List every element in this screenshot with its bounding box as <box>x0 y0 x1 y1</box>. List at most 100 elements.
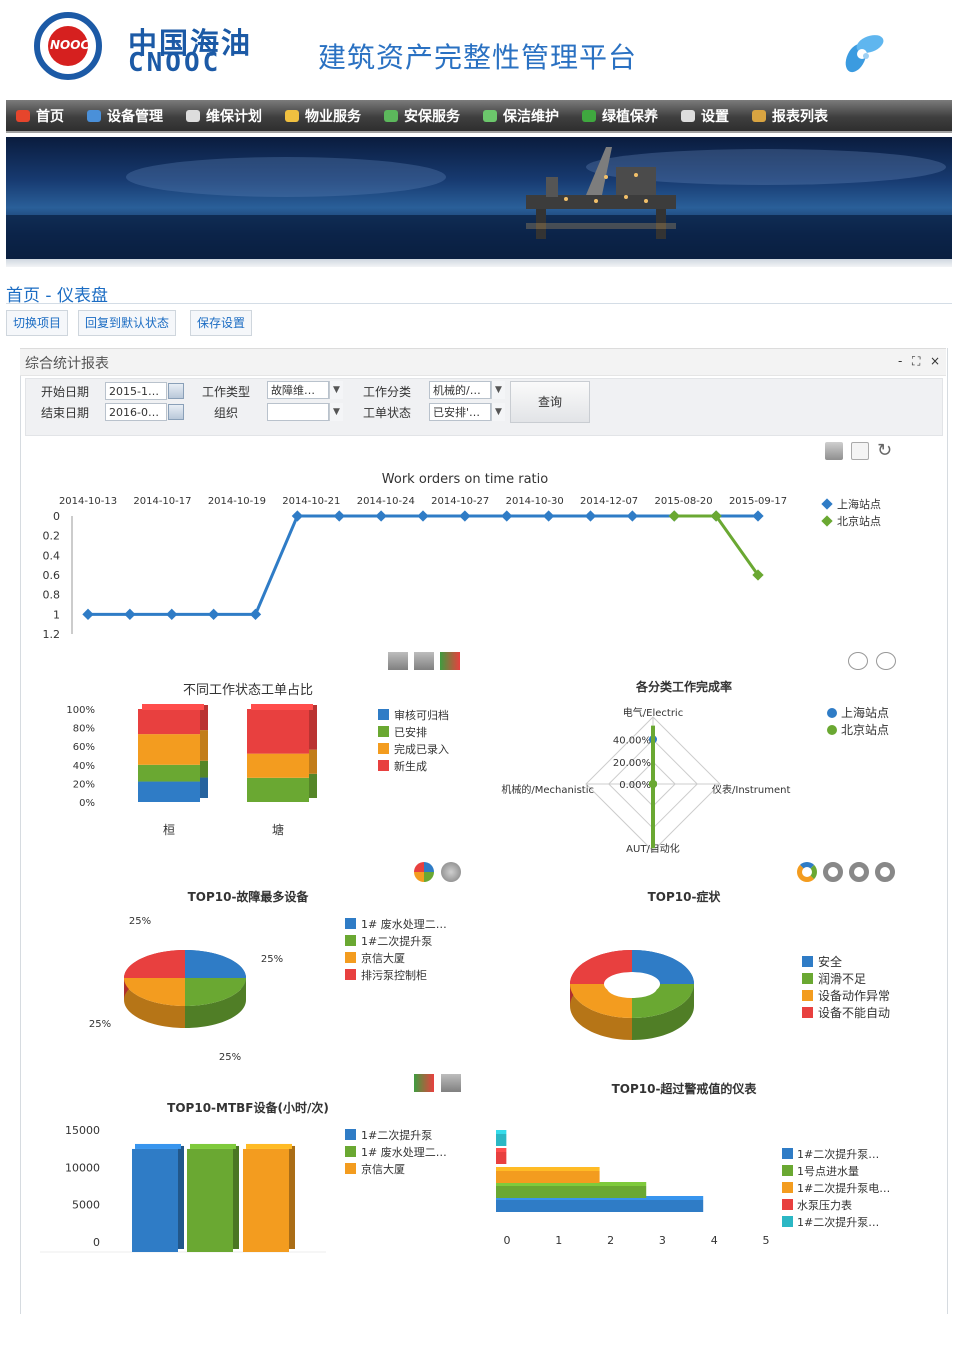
y-tick-label: 0 <box>53 510 60 523</box>
refresh-icon[interactable]: ↻ <box>877 440 892 461</box>
x-tick-label: 2014-10-17 <box>133 496 191 507</box>
query-button[interactable]: 查询 <box>510 381 590 423</box>
data-point <box>82 608 94 620</box>
donut-color-icon[interactable] <box>797 862 817 882</box>
y-tick-label: 0 <box>93 1236 100 1249</box>
nav-item-label: 物业服务 <box>305 108 361 125</box>
stacked-bar-segment <box>247 709 309 754</box>
legend-label: 1#二次提升泵电… <box>797 1181 890 1195</box>
data-point <box>584 510 597 522</box>
nav-item-7[interactable]: 设置 <box>671 100 742 131</box>
legend-swatch <box>345 952 356 963</box>
legend-swatch <box>802 973 813 984</box>
donut-gray-icon[interactable] <box>823 862 843 882</box>
nav-item-1[interactable]: 设备管理 <box>77 100 176 131</box>
nav-item-3[interactable]: 物业服务 <box>275 100 374 131</box>
x-tick-label: 2014-10-24 <box>357 496 415 507</box>
org-select[interactable] <box>267 403 329 421</box>
maximize-icon[interactable]: ⛶ <box>912 354 920 369</box>
on-time-ratio-chart: Work orders on time ratio 2014-10-13 2014… <box>43 472 882 641</box>
x-tick-label: 2015-09-17 <box>729 496 787 507</box>
work-type-select[interactable]: 故障维… <box>267 381 329 399</box>
switch-project-button[interactable]: 切换项目 <box>6 310 69 336</box>
radar-axis-label: 机械的/Mechanistic <box>501 783 594 796</box>
nav-item-4[interactable]: 安保服务 <box>374 100 473 131</box>
end-calendar-icon[interactable] <box>168 404 184 420</box>
mtbf-bar-side <box>233 1145 239 1249</box>
minimize-icon[interactable]: - <box>898 354 902 368</box>
bar-view-icon[interactable] <box>825 442 843 460</box>
stacked-bar-top <box>142 704 204 710</box>
legend-label: 1号点进水量 <box>797 1165 859 1178</box>
donut-thin-icon[interactable] <box>849 862 869 882</box>
nav-item-5[interactable]: 保洁维护 <box>473 100 572 131</box>
gray-bar-icon[interactable] <box>441 1074 461 1092</box>
calendar-icon <box>186 109 200 122</box>
globe-icon <box>87 109 101 122</box>
chevron-down-icon[interactable]: ▼ <box>329 403 343 421</box>
legend-label: 1# 废水处理二… <box>361 1145 447 1159</box>
x-tick-label: 5 <box>763 1234 770 1247</box>
app-header: NOOC 中国海油 CNOOC 建筑资产完整性管理平台 <box>0 0 954 100</box>
legend-marker <box>827 708 837 718</box>
legend-swatch <box>802 1007 813 1018</box>
home-icon <box>16 109 30 122</box>
nav-item-0[interactable]: 首页 <box>6 100 77 131</box>
line-view-icon[interactable] <box>851 442 869 460</box>
nav-item-6[interactable]: 绿植保养 <box>572 100 671 131</box>
mtbf-bar-side <box>289 1145 295 1249</box>
start-date-input[interactable]: 2015-1… <box>105 382 167 400</box>
stacked-bar-segment <box>138 764 200 782</box>
radar-fill-icon[interactable] <box>876 652 896 670</box>
legend-swatch <box>345 1163 356 1174</box>
legend-label: 已安排 <box>394 725 427 739</box>
pie-gray-icon[interactable] <box>441 862 461 882</box>
colored-bar-icon[interactable] <box>440 652 460 670</box>
data-point <box>291 510 304 522</box>
gear-icon <box>681 109 695 122</box>
stacked-bar-segment <box>138 734 200 765</box>
chevron-down-icon[interactable]: ▼ <box>491 403 505 421</box>
save-settings-button[interactable]: 保存设置 <box>190 310 253 336</box>
legend-label: 安全 <box>818 954 842 969</box>
stacked-bar-side <box>309 773 317 798</box>
banner-image <box>6 137 952 259</box>
restore-default-button[interactable]: 回复到默认状态 <box>78 310 177 336</box>
end-date-input[interactable]: 2016-0… <box>105 403 167 421</box>
top10-over-limit-meter-chart: TOP10-超过警戒值的仪表 0 1 2 3 4 5 1#二次提升泵… 1号点进水量 1#二次… <box>496 1081 890 1247</box>
radar-view-icon[interactable] <box>848 652 868 670</box>
close-icon[interactable]: × <box>930 354 940 368</box>
x-tick-label: 1 <box>555 1234 562 1247</box>
chart-title: TOP10-故障最多设备 <box>188 889 310 904</box>
y-tick-label: 0.4 <box>43 549 61 562</box>
platform-title: 建筑资产完整性管理平台 <box>318 41 638 74</box>
stacked-bar-side <box>200 777 208 798</box>
pie-color-icon[interactable] <box>414 862 434 882</box>
chevron-down-icon[interactable]: ▼ <box>329 381 343 399</box>
work-type-label: 工作类型 <box>202 385 251 399</box>
start-calendar-icon[interactable] <box>168 383 184 399</box>
legend-swatch <box>782 1165 793 1176</box>
nav-item-8[interactable]: 报表列表 <box>742 100 841 131</box>
shield-icon <box>384 109 398 122</box>
mtbf-bar-side <box>178 1145 184 1249</box>
legend-label: 1# 废水处理二… <box>361 917 447 931</box>
order-status-select[interactable]: 已安排'… <box>429 403 491 421</box>
data-point <box>249 608 262 620</box>
legend-label: 完成已录入 <box>394 742 449 756</box>
stacked-bar-icon[interactable] <box>414 652 434 670</box>
colored-bar-icon[interactable] <box>414 1074 434 1092</box>
nav-item-label: 设备管理 <box>107 108 163 125</box>
legend-swatch <box>782 1199 793 1210</box>
radar-axis-label: 仪表/Instrument <box>712 783 790 796</box>
legend-label: 新生成 <box>394 759 427 773</box>
stacked-bar-segment <box>138 709 200 735</box>
legend-swatch <box>782 1182 793 1193</box>
work-category-select[interactable]: 机械的/… <box>429 381 491 399</box>
chevron-down-icon[interactable]: ▼ <box>491 381 505 399</box>
bar-chart-icon[interactable] <box>388 652 408 670</box>
nav-item-2[interactable]: 维保计划 <box>176 100 275 131</box>
donut-flat-icon[interactable] <box>875 862 895 882</box>
y-tick-label: 5000 <box>72 1199 100 1212</box>
pie-value-label: 25% <box>219 1052 241 1063</box>
